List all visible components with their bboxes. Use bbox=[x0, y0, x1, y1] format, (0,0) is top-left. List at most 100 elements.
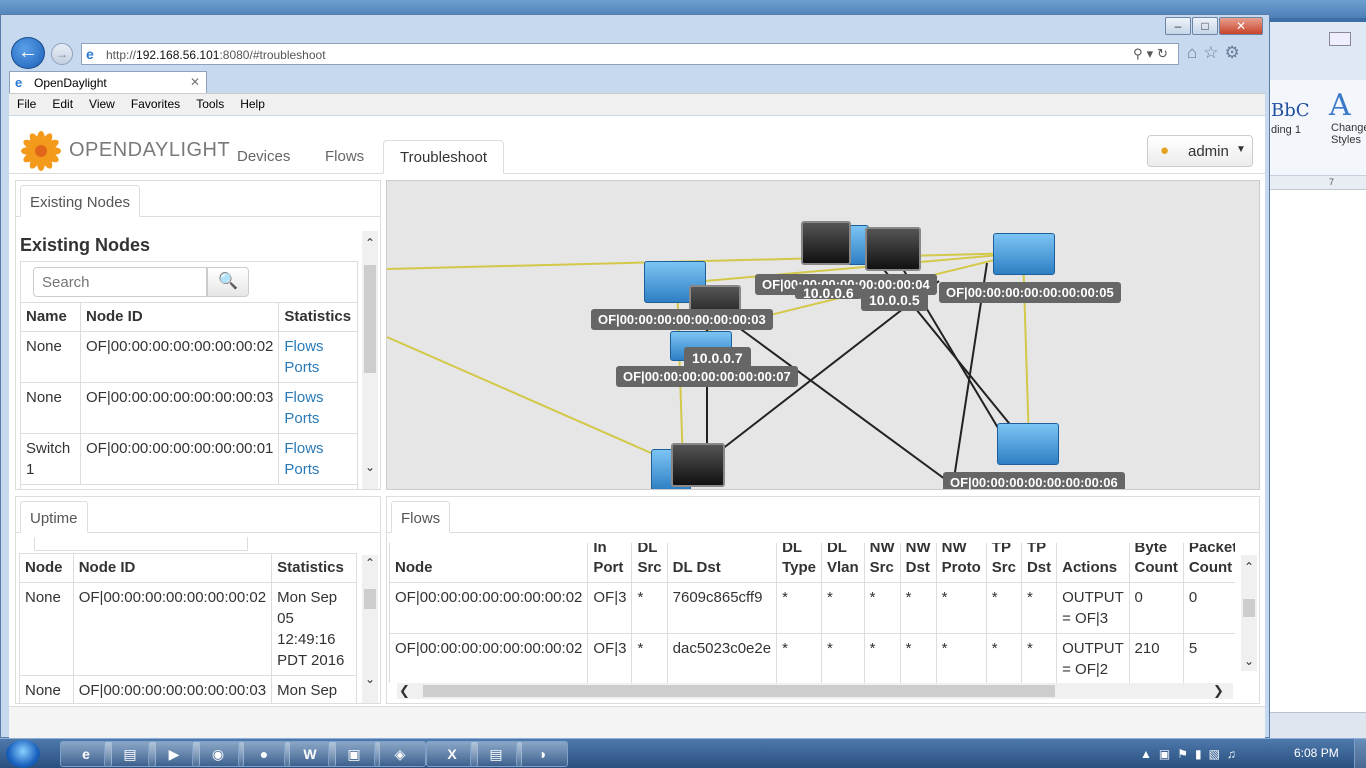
node-id: OF|00:00:00:00:00:00:00:02 bbox=[79, 331, 280, 383]
address-bar-icons[interactable]: ⚲▾↻ bbox=[1133, 46, 1172, 62]
scroll-right-icon[interactable]: ❯ bbox=[1213, 683, 1224, 699]
nav-flows[interactable]: Flows bbox=[325, 148, 364, 165]
word-minimize-button[interactable] bbox=[1329, 32, 1351, 46]
scroll-left-icon[interactable]: ❮ bbox=[399, 683, 410, 699]
taskbar-virtualbox-icon[interactable]: ▣ bbox=[328, 741, 380, 767]
flow-cell: * bbox=[1020, 633, 1058, 683]
scrollbar-thumb[interactable] bbox=[423, 685, 1055, 697]
taskbar-notepad-icon[interactable]: ▤ bbox=[470, 741, 522, 767]
switch-icon[interactable] bbox=[997, 423, 1059, 465]
menu-file[interactable]: File bbox=[9, 94, 44, 115]
col-in-port[interactable]: In Port bbox=[587, 543, 633, 583]
flow-cell: OF|3 bbox=[587, 633, 633, 683]
flows-link[interactable]: Flows bbox=[284, 440, 323, 457]
opendaylight-logo-icon[interactable] bbox=[21, 131, 61, 171]
flow-cell: OUTPUT = OF|3 bbox=[1056, 582, 1130, 634]
change-styles-button[interactable]: Change Styles bbox=[1331, 122, 1366, 146]
nav-devices[interactable]: Devices bbox=[237, 148, 290, 165]
logo-text[interactable]: OPENDAYLIGHT bbox=[69, 139, 230, 162]
browser-toolbar-icons[interactable]: ⌂☆⚙ bbox=[1187, 43, 1246, 63]
scrollbar-thumb[interactable] bbox=[364, 589, 376, 609]
address-url[interactable]: http://192.168.56.101:8080/#troubleshoot bbox=[106, 48, 326, 62]
col-nw-dst[interactable]: NW Dst bbox=[899, 543, 937, 583]
col-actions[interactable]: Actions bbox=[1056, 543, 1130, 583]
menu-view[interactable]: View bbox=[81, 94, 123, 115]
scroll-down-icon[interactable]: ⌄ bbox=[362, 459, 378, 475]
scroll-up-icon[interactable]: ⌃ bbox=[362, 235, 378, 251]
col-tp-src[interactable]: TP Src bbox=[985, 543, 1022, 583]
browser-tab[interactable]: e OpenDaylight ✕ bbox=[9, 71, 207, 93]
col-node-id[interactable]: Node ID bbox=[79, 302, 280, 332]
search-button[interactable]: 🔍 bbox=[207, 267, 249, 297]
existing-nodes-scrollbar[interactable]: ⌃ ⌄ bbox=[362, 231, 378, 489]
col-dl-type[interactable]: DL Type bbox=[776, 543, 822, 583]
host-icon[interactable] bbox=[801, 221, 851, 265]
col-dl-dst[interactable]: DL Dst bbox=[666, 543, 778, 583]
search-input[interactable] bbox=[33, 267, 207, 297]
taskbar-paint-icon[interactable]: ◑ bbox=[516, 741, 568, 767]
show-desktop-button[interactable] bbox=[1354, 739, 1366, 768]
ports-link[interactable]: Ports bbox=[284, 359, 319, 376]
url-host: 192.168.56.101 bbox=[136, 48, 220, 62]
col-tp-dst[interactable]: TP Dst bbox=[1020, 543, 1058, 583]
back-button[interactable]: ← bbox=[11, 37, 45, 69]
menu-help[interactable]: Help bbox=[232, 94, 273, 115]
taskbar-python-icon[interactable]: ◈ bbox=[374, 741, 426, 767]
maximize-button[interactable]: □ bbox=[1192, 17, 1218, 35]
system-tray-icons[interactable]: ▲▣⚑▮▧♫ bbox=[1140, 747, 1243, 761]
scrollbar-thumb[interactable] bbox=[364, 265, 376, 373]
flow-cell: 210 bbox=[1128, 633, 1184, 683]
col-nw-proto[interactable]: NW Proto bbox=[935, 543, 987, 583]
nav-troubleshoot[interactable]: Troubleshoot bbox=[383, 140, 504, 174]
col-nw-src[interactable]: NW Src bbox=[863, 543, 901, 583]
uptime-scrollbar[interactable]: ⌃ ⌄ bbox=[362, 555, 378, 703]
web-page: OPENDAYLIGHT Devices Flows Troubleshoot … bbox=[9, 116, 1265, 738]
change-styles-icon[interactable]: A bbox=[1329, 88, 1351, 123]
scroll-up-icon[interactable]: ⌃ bbox=[1241, 559, 1257, 575]
flows-link[interactable]: Flows bbox=[284, 389, 323, 406]
start-button[interactable] bbox=[6, 740, 40, 768]
forward-button[interactable]: → bbox=[51, 43, 73, 65]
taskbar-clock[interactable]: 6:08 PM bbox=[1294, 746, 1339, 760]
col-dl-src[interactable]: DL Src bbox=[631, 543, 668, 583]
tab-flows[interactable]: Flows bbox=[391, 501, 451, 533]
menu-edit[interactable]: Edit bbox=[44, 94, 81, 115]
word-style-sample[interactable]: BbC bbox=[1271, 100, 1310, 121]
col-packet-count[interactable]: Packet Count bbox=[1182, 543, 1235, 583]
flows-link[interactable]: Flows bbox=[284, 338, 323, 355]
col-statistics[interactable]: Statistics bbox=[271, 553, 357, 583]
tab-close-icon[interactable]: ✕ bbox=[190, 75, 200, 89]
host-icon[interactable] bbox=[865, 227, 921, 271]
tab-existing-nodes[interactable]: Existing Nodes bbox=[20, 185, 141, 217]
flow-cell: 0 bbox=[1128, 582, 1184, 634]
menu-favorites[interactable]: Favorites bbox=[123, 94, 188, 115]
col-dl-vlan[interactable]: DL Vlan bbox=[820, 543, 865, 583]
col-node[interactable]: Node bbox=[19, 553, 74, 583]
flows-vscrollbar[interactable]: ⌃ ⌄ bbox=[1241, 555, 1257, 671]
col-name[interactable]: Name bbox=[20, 302, 81, 332]
user-menu-button[interactable]: ● admin ▼ bbox=[1147, 135, 1253, 167]
tab-uptime[interactable]: Uptime bbox=[20, 501, 88, 533]
flows-hscrollbar[interactable]: ❮ ❯ bbox=[397, 683, 1233, 699]
browser-tab-row: e OpenDaylight ✕ bbox=[1, 71, 1269, 93]
ports-link[interactable]: Ports bbox=[284, 410, 319, 427]
close-button[interactable]: ✕ bbox=[1219, 17, 1263, 35]
topology-view[interactable]: OF|00:00:00:00:00:00:00:03 OF|00:00:00:0… bbox=[386, 180, 1260, 490]
minimize-button[interactable]: – bbox=[1165, 17, 1191, 35]
scrollbar-thumb[interactable] bbox=[1243, 599, 1255, 617]
switch-icon[interactable] bbox=[993, 233, 1055, 275]
taskbar-app-icon[interactable]: ● bbox=[238, 741, 290, 767]
word-window[interactable]: BbC ding 1 A Change Styles 7 bbox=[1268, 22, 1366, 738]
col-node-id[interactable]: Node ID bbox=[72, 553, 273, 583]
menu-tools[interactable]: Tools bbox=[188, 94, 232, 115]
host-icon[interactable] bbox=[671, 443, 725, 487]
scroll-down-icon[interactable]: ⌄ bbox=[1241, 653, 1257, 669]
col-node[interactable]: Node bbox=[389, 543, 589, 583]
taskbar-chrome-icon[interactable]: ◉ bbox=[192, 741, 244, 767]
address-bar[interactable]: e http://192.168.56.101:8080/#troublesho… bbox=[81, 43, 1179, 65]
col-statistics[interactable]: Statistics bbox=[278, 302, 358, 332]
ports-link[interactable]: Ports bbox=[284, 461, 319, 478]
col-byte-count[interactable]: Byte Count bbox=[1128, 543, 1184, 583]
scroll-down-icon[interactable]: ⌄ bbox=[362, 671, 378, 687]
scroll-up-icon[interactable]: ⌃ bbox=[362, 555, 378, 571]
